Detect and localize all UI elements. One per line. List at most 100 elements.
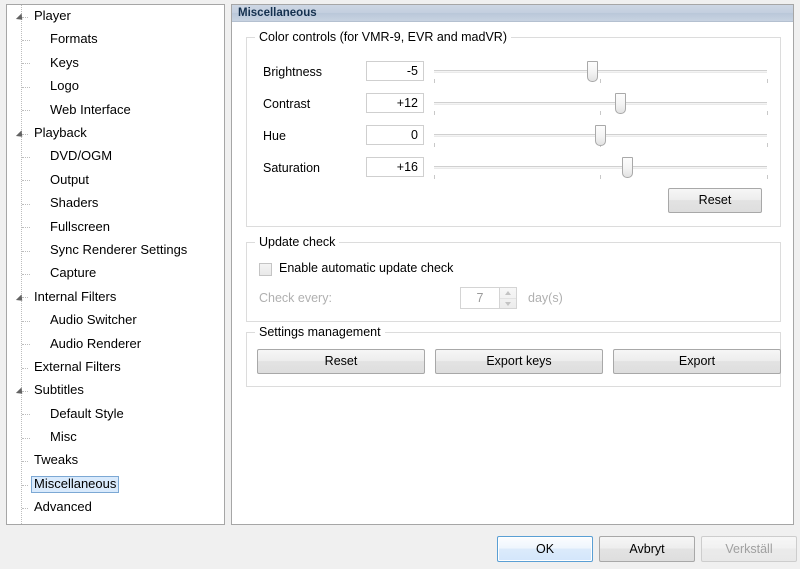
tree-branch-line — [22, 414, 30, 416]
hue-value-field[interactable]: 0 — [366, 125, 424, 145]
tree-item-label: Formats — [50, 31, 98, 47]
update-check-group: Update check Enable automatic update che… — [246, 235, 781, 322]
tree-item-sync-renderer-settings[interactable]: Sync Renderer Settings — [7, 239, 224, 262]
tree-item-advanced[interactable]: Advanced — [7, 496, 224, 519]
expand-triangle-icon[interactable] — [17, 385, 28, 396]
check-interval-stepper[interactable]: 7 — [460, 287, 517, 309]
slider-thumb[interactable] — [595, 125, 606, 146]
slider-tick — [433, 79, 435, 83]
tree-item-label: Misc — [50, 429, 77, 445]
tree-item-fullscreen[interactable]: Fullscreen — [7, 216, 224, 239]
contrast-value-field[interactable]: +12 — [366, 93, 424, 113]
slider-tick — [766, 175, 768, 179]
enable-automatic-update-check-checkbox[interactable] — [259, 263, 272, 276]
slider-thumb[interactable] — [614, 93, 626, 114]
dialog-button-bar: OK Avbryt Verkställ — [0, 529, 800, 569]
saturation-value-field[interactable]: +16 — [366, 157, 424, 177]
tree-item-label: Web Interface — [50, 101, 131, 117]
brightness-value-field[interactable]: -5 — [366, 61, 424, 81]
tree-spacer-icon — [33, 245, 44, 256]
tree-item-shaders[interactable]: Shaders — [7, 192, 224, 215]
settings-detail-panel: Miscellaneous Color controls (for VMR-9,… — [231, 4, 794, 525]
update-check-legend: Update check — [255, 235, 340, 249]
tree-branch-line — [22, 437, 30, 439]
color-row-saturation: Saturation +16 — [247, 156, 780, 182]
color-controls-legend: Color controls (for VMR-9, EVR and madVR… — [255, 30, 511, 44]
tree-item-label: Audio Switcher — [50, 312, 137, 328]
tree-spacer-icon — [33, 58, 44, 69]
slider-track[interactable] — [434, 166, 767, 169]
brightness-slider[interactable] — [433, 60, 768, 86]
hue-slider[interactable] — [433, 124, 768, 150]
tree-item-dvd-ogm[interactable]: DVD/OGM — [7, 145, 224, 168]
color-row-brightness: Brightness -5 — [247, 60, 780, 86]
slider-track[interactable] — [434, 70, 767, 73]
expand-triangle-icon[interactable] — [17, 11, 28, 22]
tree-item-misc[interactable]: Misc — [7, 426, 224, 449]
spin-down-icon[interactable] — [500, 299, 516, 309]
tree-branch-line — [22, 110, 30, 112]
tree-item-internal-filters[interactable]: Internal Filters — [7, 286, 224, 309]
saturation-slider[interactable] — [433, 156, 768, 182]
tree-spacer-icon — [33, 198, 44, 209]
tree-spacer-icon — [17, 362, 28, 373]
check-interval-spin-buttons[interactable] — [499, 287, 517, 309]
tree-item-output[interactable]: Output — [7, 169, 224, 192]
tree-item-label: Output — [50, 171, 90, 187]
tree-item-audio-renderer[interactable]: Audio Renderer — [7, 332, 224, 355]
tree-item-external-filters[interactable]: External Filters — [7, 356, 224, 379]
contrast-slider[interactable] — [433, 92, 768, 118]
ok-button[interactable]: OK — [497, 536, 593, 562]
slider-tick — [600, 79, 601, 83]
spin-up-icon[interactable] — [500, 288, 516, 299]
tree-branch-line — [22, 344, 30, 346]
tree-item-keys[interactable]: Keys — [7, 52, 224, 75]
tree-branch-line — [22, 40, 30, 42]
tree-branch-line — [22, 273, 30, 275]
saturation-label: Saturation — [263, 161, 320, 175]
tree-item-label: Fullscreen — [50, 218, 110, 234]
check-interval-value[interactable]: 7 — [460, 287, 500, 309]
tree-spacer-icon — [33, 105, 44, 116]
tree-item-logo[interactable]: Logo — [7, 75, 224, 98]
tree-item-formats[interactable]: Formats — [7, 28, 224, 51]
tree-item-tweaks[interactable]: Tweaks — [7, 449, 224, 472]
tree-item-default-style[interactable]: Default Style — [7, 403, 224, 426]
tree-spacer-icon — [17, 502, 28, 513]
tree-item-label: Miscellaneous — [31, 475, 120, 494]
slider-thumb[interactable] — [586, 61, 598, 82]
tree-item-capture[interactable]: Capture — [7, 262, 224, 285]
settings-export-button[interactable]: Export — [613, 349, 781, 374]
settings-tree[interactable]: Player Formats Keys Logo Web Interface Playba… — [6, 4, 225, 525]
tree-spacer-icon — [33, 175, 44, 186]
tree-item-subtitles[interactable]: Subtitles — [7, 379, 224, 402]
tree-item-label: Player — [34, 8, 71, 24]
page-title: Miscellaneous — [232, 5, 793, 22]
slider-thumb[interactable] — [621, 157, 633, 178]
enable-automatic-update-check-label[interactable]: Enable automatic update check — [279, 261, 453, 275]
tree-item-label: Sync Renderer Settings — [50, 241, 188, 257]
tree-item-label: Playback — [34, 125, 87, 140]
cancel-button[interactable]: Avbryt — [599, 536, 695, 562]
slider-tick — [766, 143, 768, 147]
tree-item-label: Subtitles — [34, 382, 84, 398]
tree-item-miscellaneous[interactable]: Miscellaneous — [7, 473, 224, 496]
settings-reset-button[interactable]: Reset — [257, 349, 425, 374]
tree-item-playback[interactable]: Playback — [7, 122, 224, 145]
expand-triangle-icon[interactable] — [17, 292, 28, 303]
tree-spacer-icon — [33, 315, 44, 326]
apply-button: Verkställ — [701, 536, 797, 562]
settings-export-keys-button[interactable]: Export keys — [435, 349, 603, 374]
tree-item-player[interactable]: Player — [7, 5, 224, 28]
tree-item-audio-switcher[interactable]: Audio Switcher — [7, 309, 224, 332]
color-reset-button[interactable]: Reset — [668, 188, 762, 213]
slider-track[interactable] — [434, 102, 767, 105]
hue-label: Hue — [263, 129, 286, 143]
slider-tick — [433, 143, 435, 147]
days-unit-label: day(s) — [528, 291, 563, 305]
expand-triangle-icon[interactable] — [17, 128, 28, 139]
brightness-label: Brightness — [263, 65, 323, 79]
tree-item-label: Audio Renderer — [50, 335, 142, 351]
color-controls-group: Color controls (for VMR-9, EVR and madVR… — [246, 30, 781, 227]
tree-item-web-interface[interactable]: Web Interface — [7, 99, 224, 122]
